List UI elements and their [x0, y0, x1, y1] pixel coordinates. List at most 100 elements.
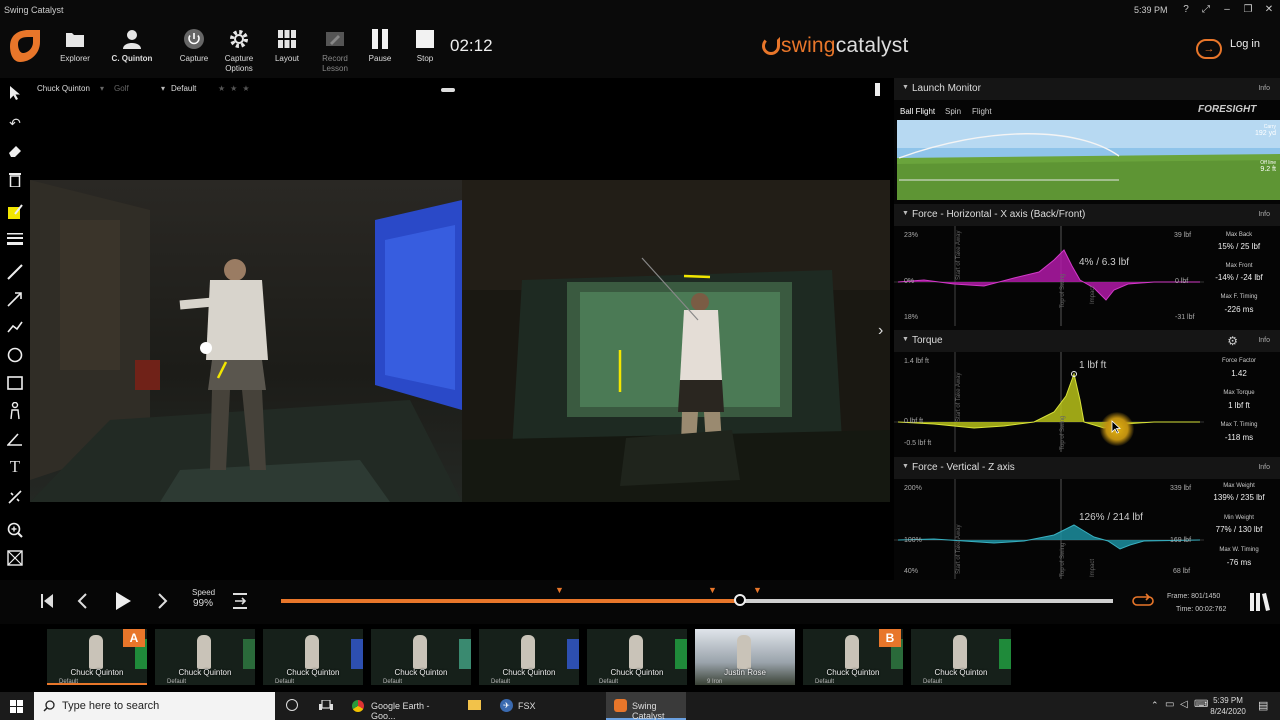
line-tool-icon[interactable] [4, 261, 26, 283]
launch-monitor-info-button[interactable]: Info [1258, 85, 1270, 92]
volume-icon[interactable]: ◁ [1180, 699, 1188, 710]
minimize-icon[interactable]: – [1219, 2, 1235, 18]
marker-a-icon[interactable]: ▼ [555, 585, 564, 595]
polyline-tool-icon[interactable] [4, 316, 26, 338]
next-view-chevron-icon[interactable]: › [878, 322, 883, 340]
explorer-button[interactable]: Explorer [49, 24, 101, 76]
thumbnail-screen [243, 639, 255, 669]
layout-select[interactable]: Default [171, 84, 196, 93]
cortana-icon[interactable] [286, 699, 298, 711]
windows-start-icon[interactable] [10, 700, 23, 713]
capture-options-button[interactable]: Capture Options [213, 24, 265, 76]
split-tool-icon[interactable] [4, 486, 26, 508]
video-view-right[interactable] [462, 180, 890, 502]
maximize-icon[interactable]: ❐ [1240, 2, 1256, 18]
play-icon[interactable] [113, 591, 133, 611]
category-select[interactable]: Golf [114, 84, 129, 93]
tab-spin[interactable]: Spin [945, 107, 961, 116]
thumbnail-subtitle: 9 Iron [707, 679, 723, 685]
task-view-icon[interactable] [319, 700, 333, 712]
body-tool-icon[interactable] [4, 400, 26, 422]
timeline-scrubber[interactable] [734, 594, 747, 606]
thumbnail-compare-tag[interactable]: B [879, 629, 901, 647]
launch-monitor-header[interactable]: ▼ Launch Monitor Info [894, 78, 1280, 100]
loop-icon[interactable] [1132, 593, 1154, 609]
angle-tool-icon[interactable] [4, 428, 26, 450]
trim-range-icon[interactable] [232, 592, 248, 610]
color-picker-icon[interactable] [4, 201, 26, 223]
arrow-tool-icon[interactable] [4, 288, 26, 310]
force-x-header[interactable]: ▼ Force - Horizontal - X axis (Back/Fron… [894, 204, 1280, 226]
torque-info-button[interactable]: Info [1258, 337, 1270, 344]
speed-control[interactable]: Speed 99% [192, 588, 215, 609]
thumbnail-selected-indicator [47, 683, 147, 685]
thumbnail-item[interactable]: Chuck Quinton Default B [803, 629, 903, 685]
taskbar-app-chrome[interactable]: Google Earth - Goo... [346, 692, 454, 720]
collapse-icon: ▼ [902, 84, 909, 91]
torque-settings-gear-icon[interactable]: ⚙ [1227, 334, 1238, 348]
thumbnail-golfer [629, 635, 643, 669]
torque-header[interactable]: ▼ Torque ⚙ Info [894, 330, 1280, 352]
thumbnail-item[interactable]: Chuck Quinton Default [155, 629, 255, 685]
force-x-graph: 23% 0% 18% 39 lbf 0 lbf -31 lbf 4% / 6.3… [894, 226, 1280, 326]
thumbnail-item[interactable]: Chuck Quinton Default [479, 629, 579, 685]
layout-button[interactable]: Layout [261, 24, 313, 76]
force-z-header[interactable]: ▼ Force - Vertical - Z axis Info [894, 457, 1280, 479]
next-frame-icon[interactable] [157, 593, 169, 609]
brand-logo: swingcatalyst [762, 34, 909, 58]
notifications-icon[interactable]: ▤ [1258, 699, 1268, 712]
layout-dropdown-icon[interactable]: ▾ [161, 84, 165, 93]
brand-mark-icon [762, 37, 780, 55]
close-icon[interactable]: ✕ [1261, 2, 1277, 18]
skip-to-start-icon[interactable] [40, 593, 54, 609]
tab-flight[interactable]: Flight [972, 107, 992, 116]
fit-screen-icon[interactable] [4, 547, 26, 569]
file-explorer-icon[interactable] [468, 700, 481, 710]
help-icon[interactable]: ? [1178, 2, 1194, 18]
category-dropdown-icon[interactable]: ▾ [100, 84, 104, 93]
timeline-track[interactable]: ▼ ▼ ▼ [281, 585, 1113, 606]
pointer-icon[interactable] [4, 82, 26, 104]
swing-catalyst-taskbar-icon [614, 699, 627, 712]
library-icon[interactable] [1249, 591, 1271, 613]
thumbnail-item[interactable]: Chuck Quinton Default [587, 629, 687, 685]
video-sync-handle[interactable] [441, 88, 455, 92]
marker-top-icon[interactable]: ▼ [708, 585, 717, 595]
thumbnail-item[interactable]: Chuck Quinton Default [263, 629, 363, 685]
circle-tool-icon[interactable] [4, 344, 26, 366]
taskbar-search[interactable]: Type here to search [34, 692, 275, 720]
user-button[interactable]: C. Quinton [106, 24, 158, 76]
network-icon[interactable]: ▭ [1165, 699, 1174, 710]
rating-stars[interactable]: ★★★ [218, 84, 255, 93]
marker-b-icon[interactable]: ▼ [753, 585, 762, 595]
thumbnail-item[interactable]: Chuck Quinton Default [911, 629, 1011, 685]
force-z-info-button[interactable]: Info [1258, 464, 1270, 471]
text-tool-icon[interactable]: T [4, 456, 26, 478]
show-hidden-icons-icon[interactable]: ⌃ [1151, 700, 1159, 711]
taskbar-clock[interactable]: 5:39 PM 8/24/2020 [1204, 695, 1252, 717]
previous-frame-icon[interactable] [76, 593, 88, 609]
tab-ball-flight[interactable]: Ball Flight [900, 107, 935, 116]
video-view-left[interactable] [30, 180, 462, 502]
force-x-info-button[interactable]: Info [1258, 211, 1270, 218]
stop-button[interactable]: Stop [399, 24, 451, 76]
video-header: Chuck Quinton ▾ Golf ▾ Default ★★★ [30, 80, 892, 98]
taskbar-app-fsx[interactable]: ✈ FSX [496, 692, 542, 720]
taskbar-app-swing-catalyst[interactable]: Swing Catalyst [606, 692, 686, 720]
line-width-icon[interactable] [4, 228, 26, 250]
app-logo-icon[interactable] [6, 26, 42, 66]
eraser-icon[interactable] [4, 140, 26, 162]
trash-icon[interactable] [4, 168, 26, 190]
thumbnail-compare-tag[interactable]: A [123, 629, 145, 647]
thumbnail-item[interactable]: Justin Rose 9 Iron [695, 629, 795, 685]
thumbnail-strip: Chuck Quinton Default A Chuck Quinton Defaul… [0, 624, 1280, 692]
title-bar: Swing Catalyst 5:39 PM ? ⤢ – ❐ ✕ [0, 0, 1280, 20]
rectangle-tool-icon[interactable] [4, 372, 26, 394]
login-button[interactable]: → Log in [1196, 38, 1260, 59]
expand-icon[interactable]: ⤢ [1198, 2, 1214, 18]
thumbnail-item[interactable]: Chuck Quinton Default A [47, 629, 147, 685]
undo-icon[interactable]: ↶ [4, 112, 26, 134]
player-select[interactable]: Chuck Quinton [37, 84, 90, 93]
zoom-icon[interactable] [4, 519, 26, 541]
thumbnail-item[interactable]: Chuck Quinton Default [371, 629, 471, 685]
